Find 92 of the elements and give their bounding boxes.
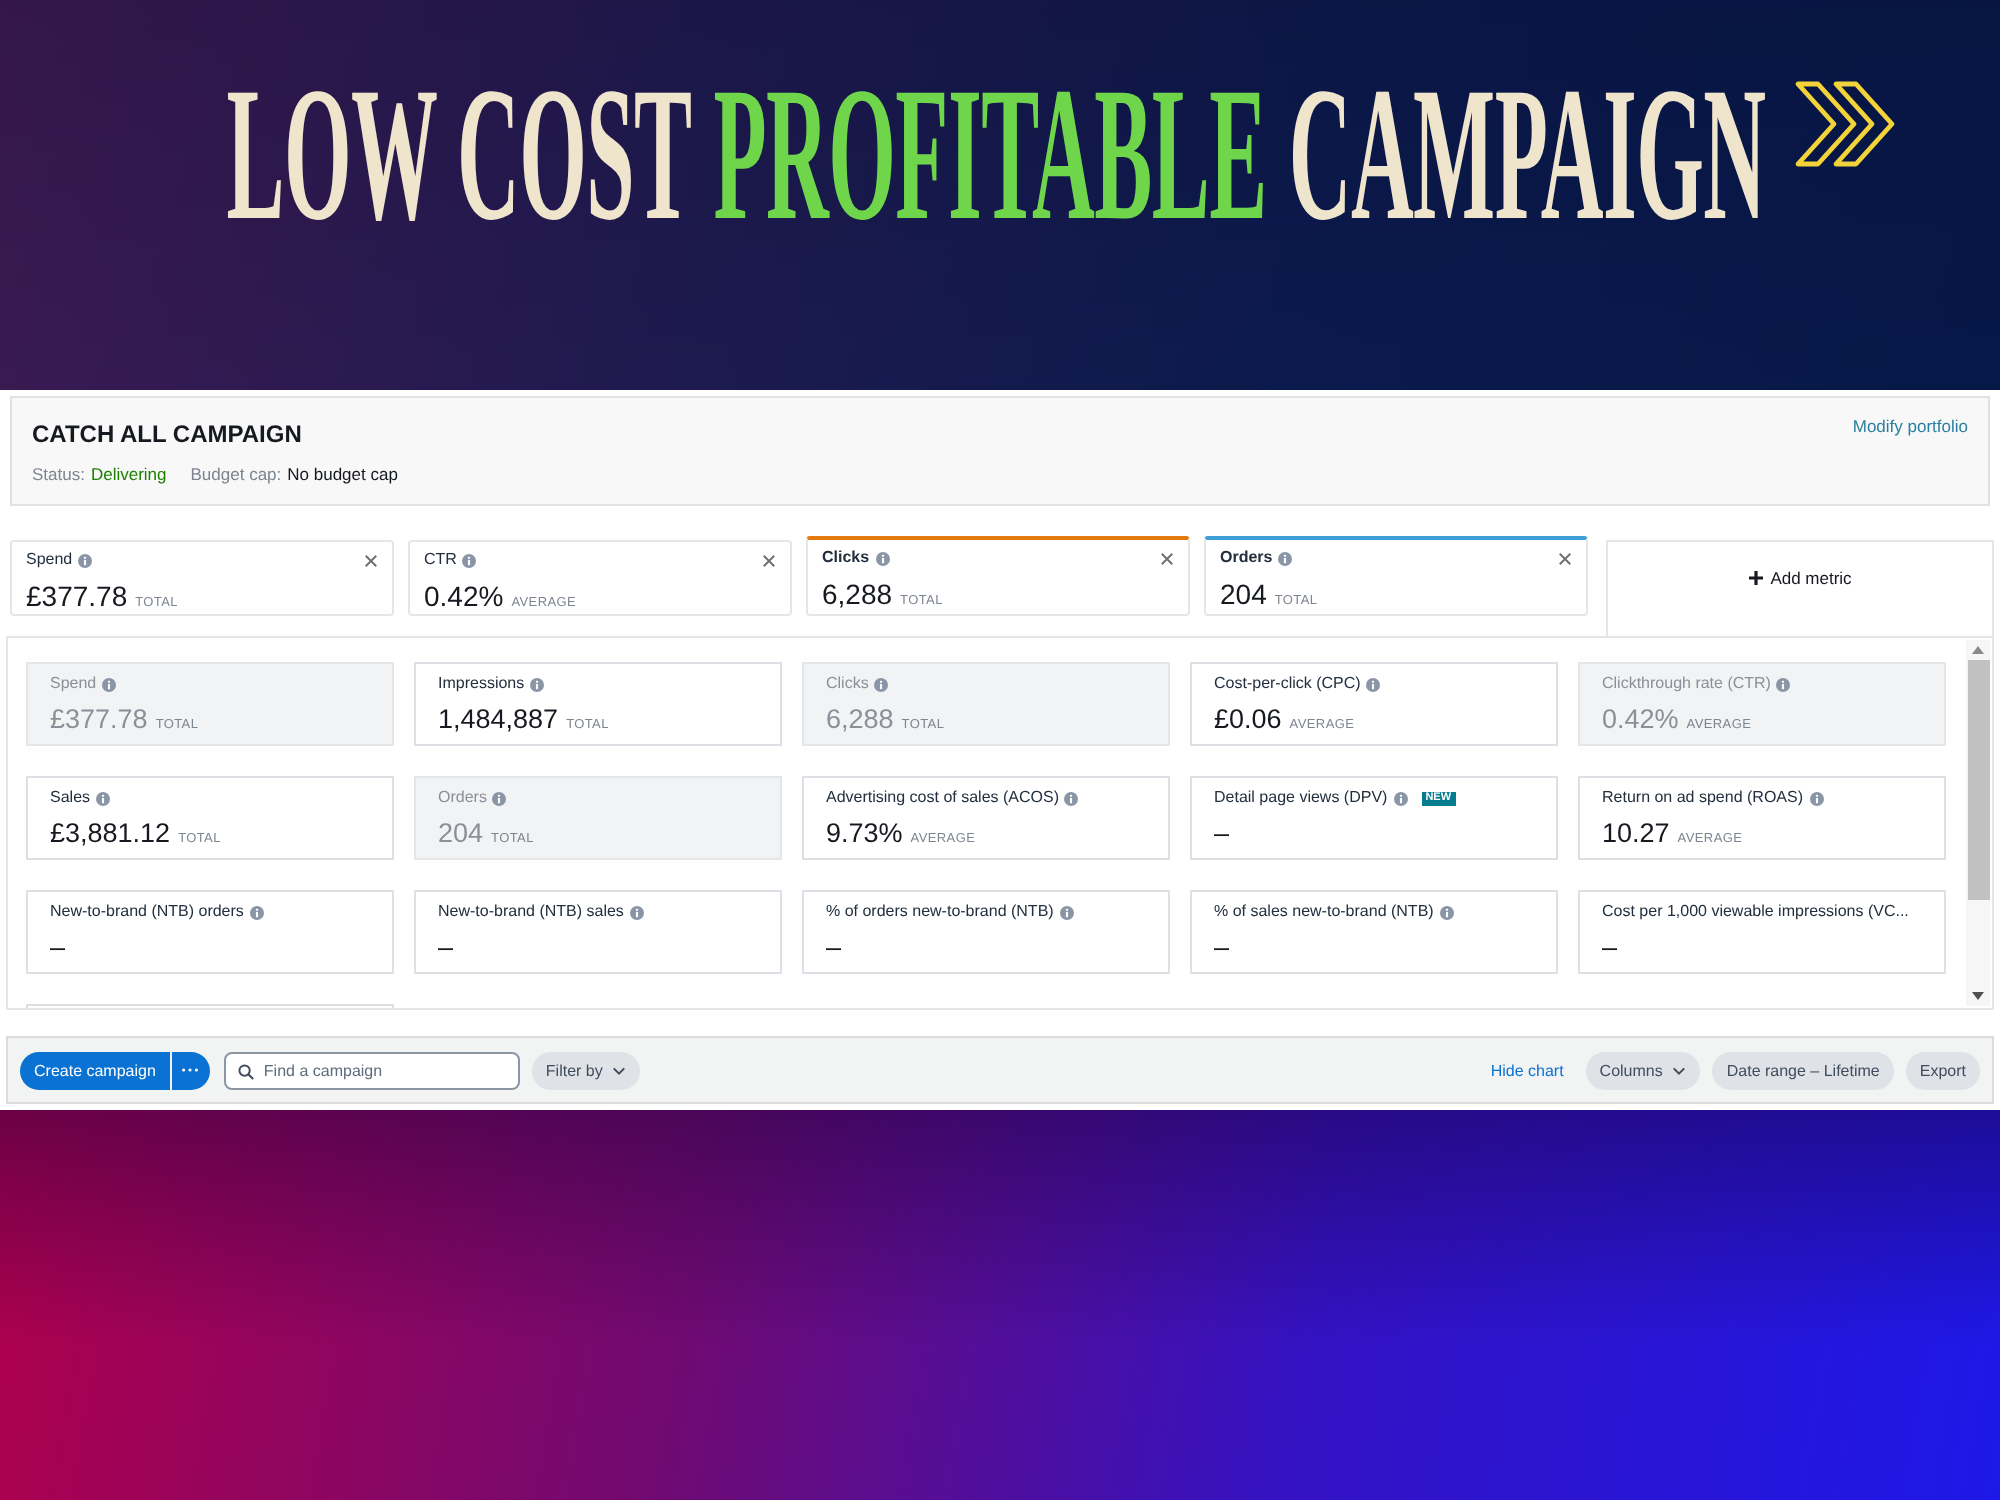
budget-cap-value: No budget cap <box>287 462 398 486</box>
info-icon[interactable] <box>1809 791 1823 805</box>
info-icon[interactable] <box>462 553 477 567</box>
info-icon[interactable] <box>1776 677 1791 691</box>
metric-label: Impressions <box>438 672 525 696</box>
status-value: Delivering <box>90 462 167 486</box>
info-icon[interactable] <box>1439 905 1454 919</box>
filter-by-button[interactable]: Filter by <box>531 1051 641 1089</box>
close-icon[interactable] <box>364 553 378 567</box>
metric-label: Spend <box>50 672 97 696</box>
scrollbar-thumb[interactable] <box>1967 660 1989 900</box>
double-chevron-icon <box>1793 80 1898 168</box>
metric-label: Sales <box>50 786 91 810</box>
metric-value: – <box>1214 930 1230 966</box>
close-icon[interactable] <box>1160 551 1174 565</box>
metric-label: Return on ad spend (ROAS) <box>1602 786 1803 810</box>
plus-icon <box>1748 570 1765 586</box>
metric-value: 204 <box>438 816 484 852</box>
columns-button[interactable]: Columns <box>1585 1051 1701 1089</box>
metric-label: Advertising cost of sales (ACOS) <box>826 786 1059 810</box>
info-icon[interactable] <box>492 791 507 805</box>
info-icon[interactable] <box>249 905 264 919</box>
metric-label: Detail page views (DPV) <box>1214 786 1388 810</box>
info-icon[interactable] <box>1393 791 1408 805</box>
metric-label: Spend <box>26 548 73 572</box>
metric-value: 6,288 <box>826 702 894 738</box>
metric-label: Cost-per-click (CPC) <box>1214 672 1361 696</box>
info-icon[interactable] <box>530 677 545 691</box>
info-icon[interactable] <box>96 791 111 805</box>
close-icon[interactable] <box>1558 551 1572 565</box>
info-icon[interactable] <box>1064 791 1079 805</box>
info-icon[interactable] <box>1059 905 1074 919</box>
metric-value: £0.06 <box>1214 702 1282 738</box>
metric-label: Clicks <box>826 672 869 696</box>
metric-value: 0.42% <box>424 578 504 614</box>
metric-card[interactable]: New-to-brand (NTB) orders – <box>26 890 394 974</box>
headline-text: PROFITABLE <box>713 63 1267 249</box>
metric-label: New-to-brand (NTB) orders <box>50 900 244 924</box>
headline-text: CAMPAIGN <box>1288 63 1766 249</box>
search-field[interactable]: Find a campaign <box>223 1051 520 1089</box>
modify-portfolio-link[interactable]: Modify portfolio <box>1852 416 1968 436</box>
add-metric-button[interactable]: Add metric <box>1606 540 1994 636</box>
metric-value: – <box>50 930 66 966</box>
campaign-title: CATCH ALL CAMPAIGN <box>32 418 304 450</box>
info-icon[interactable] <box>78 553 93 567</box>
metric-label: Cost per 1,000 viewable impressions (VC... <box>1602 900 1909 924</box>
info-icon[interactable] <box>102 677 117 691</box>
status-label: Status: <box>32 462 85 486</box>
metric-value: – <box>1214 816 1230 852</box>
metric-label: % of orders new-to-brand (NTB) <box>826 900 1054 924</box>
metric-card[interactable]: % of sales new-to-brand (NTB) – <box>1190 890 1558 974</box>
info-icon[interactable] <box>1278 551 1293 565</box>
metric-value: 204 <box>1220 576 1267 612</box>
caret-icon <box>612 1065 627 1075</box>
metric-value: – <box>438 930 454 966</box>
metric-label: Orders <box>1220 546 1273 570</box>
metric-card[interactable]: % of orders new-to-brand (NTB) – <box>802 890 1170 974</box>
budget-cap-label: Budget cap: <box>190 462 282 486</box>
metric-label: Clickthrough rate (CTR) <box>1602 672 1771 696</box>
metric-label: New-to-brand (NTB) sales <box>438 900 624 924</box>
metric-label: CTR <box>424 548 457 572</box>
scrollbar-track[interactable] <box>1966 640 1990 1006</box>
hide-chart-link[interactable]: Hide chart <box>1490 1061 1564 1079</box>
scroll-down-arrow-icon[interactable] <box>1972 992 1984 1000</box>
metric-label: Orders <box>438 786 487 810</box>
scroll-up-arrow-icon[interactable] <box>1972 646 1984 654</box>
metric-value: £377.78 <box>26 578 128 614</box>
metric-value: 0.42% <box>1602 702 1679 738</box>
metric-value: 9.73% <box>826 816 903 852</box>
metric-value: – <box>826 930 842 966</box>
metric-value: 10.27 <box>1602 816 1670 852</box>
metric-card[interactable]: New-to-brand (NTB) sales – <box>414 890 782 974</box>
caret-icon <box>1672 1065 1687 1075</box>
info-icon[interactable] <box>1366 677 1381 691</box>
metric-card[interactable]: Cost per 1,000 viewable impressions (VC... – <box>1578 890 1946 974</box>
metric-label: Clicks <box>822 546 870 570</box>
info-icon[interactable] <box>629 905 644 919</box>
search-icon <box>237 1063 254 1079</box>
create-campaign-button[interactable]: Create campaign <box>20 1051 170 1089</box>
metric-value: 6,288 <box>822 576 893 612</box>
date-range-button[interactable]: Date range – Lifetime <box>1712 1051 1894 1089</box>
headline-text: LOW COST <box>226 63 692 249</box>
metric-value: 1,484,887 <box>438 702 559 738</box>
metric-value: £377.78 <box>50 702 148 738</box>
info-icon[interactable] <box>874 677 889 691</box>
close-icon[interactable] <box>762 553 776 567</box>
info-icon[interactable] <box>875 551 890 565</box>
export-button[interactable]: Export <box>1905 1051 1980 1089</box>
more-button[interactable] <box>171 1051 210 1089</box>
metric-label: % of sales new-to-brand (NTB) <box>1214 900 1434 924</box>
metric-value: – <box>1602 930 1618 966</box>
metric-value: £3,881.12 <box>50 816 171 852</box>
